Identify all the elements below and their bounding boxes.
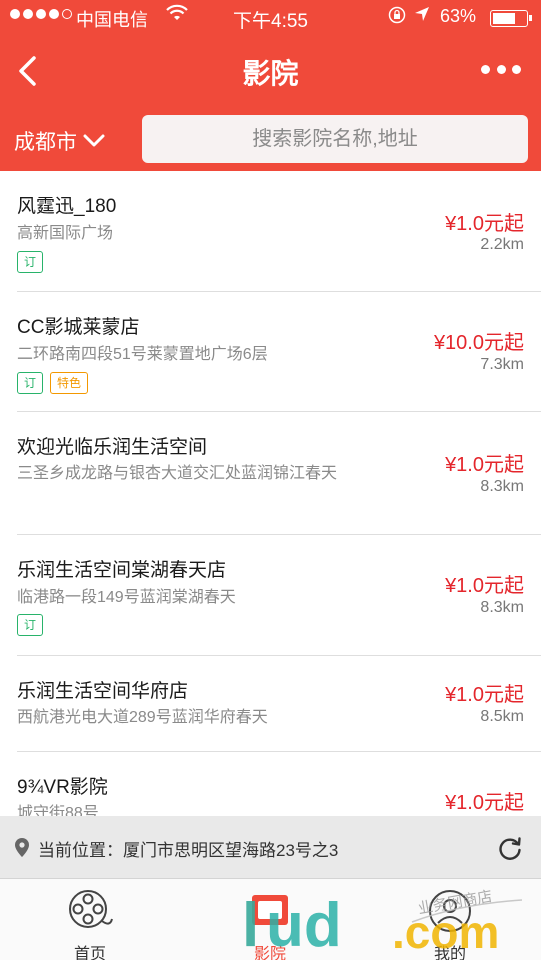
cinema-list[interactable]: 风霆迅_180 高新国际广场 订 ¥1.0元起 2.2km CC影城莱蒙店 二环…: [0, 171, 541, 816]
cinema-distance: 7.3km: [480, 356, 524, 373]
location-services-icon: [414, 6, 430, 27]
cinema-name: 欢迎光临乐润生活空间: [17, 437, 208, 458]
cinema-address: 城守街88号: [17, 805, 99, 816]
current-location-text: 当前位置：厦门市思明区望海路23号之3: [38, 841, 339, 860]
page-title: 影院: [242, 58, 299, 89]
cinema-distance: 2.2km: [480, 236, 524, 253]
cinema-price: ¥1.0元起: [445, 454, 524, 476]
cinema-list-item[interactable]: CC影城莱蒙店 二环路南四段51号莱蒙置地广场6层 订 特色 ¥10.0元起 7…: [17, 292, 541, 412]
refresh-icon[interactable]: [497, 836, 523, 862]
cinema-name: 乐润生活空间棠湖春天店: [17, 560, 227, 581]
cinema-address: 西航港光电大道289号蓝润华府春天: [17, 709, 268, 726]
navigation-bar: 影院: [0, 40, 541, 102]
cinema-price: ¥1.0元起: [445, 792, 524, 814]
search-row: 成都市: [0, 114, 541, 166]
tab-profile-label: 我的: [433, 946, 466, 960]
cinema-tags: 订: [17, 614, 44, 636]
location-pin-icon: [15, 838, 29, 857]
booking-tag: 订: [17, 614, 44, 636]
cinema-tab-icon: [252, 895, 288, 925]
cinema-distance: 8.3km: [480, 478, 524, 495]
search-box: [142, 115, 528, 163]
tab-home-label: 首页: [73, 946, 106, 960]
status-bar: 中国电信 下午4:55 63%: [0, 0, 541, 36]
tab-profile[interactable]: 我的: [400, 879, 500, 960]
cinema-list-item[interactable]: 欢迎光临乐润生活空间 三圣乡成龙路与银杏大道交汇处蓝润锦江春天 ¥1.0元起 8…: [17, 412, 541, 535]
cinema-list-item[interactable]: 乐润生活空间华府店 西航港光电大道289号蓝润华府春天 ¥1.0元起 8.5km: [17, 656, 541, 752]
more-dots-icon: [481, 64, 490, 74]
cinema-tags: 订 特色: [17, 372, 89, 394]
cinema-price: ¥1.0元起: [445, 213, 524, 235]
booking-tag: 订: [17, 251, 44, 273]
cinema-tags: 订: [17, 251, 44, 273]
more-options-button[interactable]: [481, 62, 521, 76]
tab-cinema[interactable]: 影院: [220, 879, 320, 960]
cinema-list-item[interactable]: 乐润生活空间棠湖春天店 临港路一段149号蓝润棠湖春天 订 ¥1.0元起 8.3…: [17, 535, 541, 656]
cinema-list-item[interactable]: 9¾VR影院 城守街88号 ¥1.0元起: [17, 752, 541, 816]
tab-bar: 首页 影院 我的: [0, 878, 541, 960]
tab-cinema-label: 影院: [253, 946, 286, 960]
chevron-down-icon: [83, 134, 105, 147]
cinema-name: 乐润生活空间华府店: [17, 681, 189, 702]
user-profile-icon: [429, 890, 471, 932]
battery-icon: [490, 10, 532, 27]
cinema-name: 风霆迅_180: [17, 196, 117, 217]
cinema-price: ¥10.0元起: [433, 332, 524, 354]
cinema-name: 9¾VR影院: [17, 777, 108, 798]
cinema-list-item[interactable]: 风霆迅_180 高新国际广场 订 ¥1.0元起 2.2km: [17, 171, 541, 292]
booking-tag: 订: [17, 372, 44, 394]
cinema-name: CC影城莱蒙店: [17, 317, 140, 338]
search-input[interactable]: [142, 115, 528, 163]
battery-percentage: 63%: [440, 6, 477, 26]
cinema-address: 三圣乡成龙路与银杏大道交汇处蓝润锦江春天: [17, 465, 338, 482]
feature-tag: 特色: [50, 372, 89, 394]
city-label: 成都市: [14, 131, 77, 154]
cinema-price: ¥1.0元起: [445, 684, 524, 706]
current-location-bar: 当前位置：厦门市思明区望海路23号之3: [0, 816, 541, 878]
city-selector[interactable]: 成都市: [14, 126, 105, 156]
cinema-price: ¥1.0元起: [445, 575, 524, 597]
cinema-address: 临港路一段149号蓝润棠湖春天: [17, 589, 236, 606]
cinema-address: 高新国际广场: [17, 225, 114, 242]
tab-home[interactable]: 首页: [40, 879, 140, 960]
orientation-lock-icon: [388, 6, 406, 29]
cinema-distance: 8.5km: [480, 708, 524, 725]
cinema-distance: 8.3km: [480, 599, 524, 616]
film-reel-icon: [69, 890, 113, 928]
cinema-address: 二环路南四段51号莱蒙置地广场6层: [17, 346, 268, 363]
